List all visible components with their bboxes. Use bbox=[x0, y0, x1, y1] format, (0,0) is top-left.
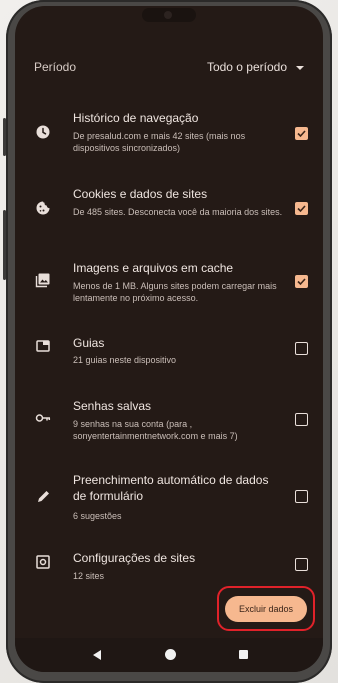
checkbox-unchecked[interactable] bbox=[295, 558, 308, 571]
side-button bbox=[3, 210, 6, 280]
clear-option-passwords[interactable]: Senhas salvas 9 senhas na sua conta (par… bbox=[15, 390, 323, 446]
item-title: Configurações de sites bbox=[73, 551, 196, 565]
item-title: Senhas salvas bbox=[73, 399, 152, 413]
pencil-icon bbox=[35, 489, 51, 505]
screenshot-stage: Período Todo o período Histórico de nave… bbox=[0, 0, 338, 683]
period-dropdown[interactable]: Todo o período bbox=[207, 60, 287, 74]
tab-icon bbox=[35, 338, 51, 354]
camera-icon bbox=[164, 11, 172, 19]
recents-icon[interactable] bbox=[239, 650, 248, 659]
clock-icon bbox=[35, 124, 51, 140]
camera-notch bbox=[142, 8, 196, 22]
clear-option-cookies[interactable]: Cookies e dados de sites De 485 sites. D… bbox=[15, 178, 323, 234]
checkbox-unchecked[interactable] bbox=[295, 413, 308, 426]
item-description: De presalud.com e mais 42 sites (mais no… bbox=[73, 131, 246, 153]
side-button bbox=[3, 118, 6, 156]
item-description: Menos de 1 MB. Alguns sites podem carreg… bbox=[73, 281, 277, 303]
cookie-icon bbox=[35, 200, 51, 216]
item-description: 21 guias neste dispositivo bbox=[73, 355, 177, 365]
clear-option-history[interactable]: Histórico de navegação De presalud.com e… bbox=[15, 102, 323, 158]
item-description: 9 senhas na sua conta (para , sonyentert… bbox=[73, 419, 238, 441]
item-title: Preenchimento automático de dados de for… bbox=[73, 473, 269, 503]
item-title: Imagens e arquivos em cache bbox=[73, 261, 234, 275]
highlight-outline: Excluir dados bbox=[217, 586, 315, 631]
checkbox-checked[interactable] bbox=[295, 202, 308, 215]
item-description: 12 sites bbox=[73, 571, 105, 581]
key-icon bbox=[35, 410, 51, 426]
system-nav-bar bbox=[15, 638, 323, 672]
clear-option-tabs[interactable]: Guias 21 guias neste dispositivo bbox=[15, 328, 323, 368]
clear-option-autofill[interactable]: Preenchimento automático de dados de for… bbox=[15, 464, 323, 526]
image-icon bbox=[35, 272, 51, 288]
checkbox-unchecked[interactable] bbox=[295, 490, 308, 503]
phone-screen: Período Todo o período Histórico de nave… bbox=[15, 6, 323, 672]
home-icon[interactable] bbox=[165, 649, 176, 660]
item-description: 6 sugestões bbox=[73, 511, 122, 521]
period-row: Período Todo o período bbox=[15, 56, 323, 78]
checkbox-unchecked[interactable] bbox=[295, 342, 308, 355]
item-title: Guias bbox=[73, 336, 105, 350]
chevron-down-icon[interactable] bbox=[296, 66, 304, 70]
period-label: Período bbox=[34, 60, 77, 74]
delete-data-button[interactable]: Excluir dados bbox=[225, 596, 307, 622]
settings-icon bbox=[35, 554, 51, 570]
item-description: De 485 sites. Desconecta você da maioria… bbox=[73, 207, 283, 217]
checkbox-checked[interactable] bbox=[295, 275, 308, 288]
item-title: Histórico de navegação bbox=[73, 111, 199, 125]
item-title: Cookies e dados de sites bbox=[73, 187, 208, 201]
checkbox-checked[interactable] bbox=[295, 127, 308, 140]
back-icon[interactable] bbox=[93, 650, 101, 660]
clear-option-cache[interactable]: Imagens e arquivos em cache Menos de 1 M… bbox=[15, 252, 323, 308]
clear-option-site-settings[interactable]: Configurações de sites 12 sites bbox=[15, 542, 323, 582]
